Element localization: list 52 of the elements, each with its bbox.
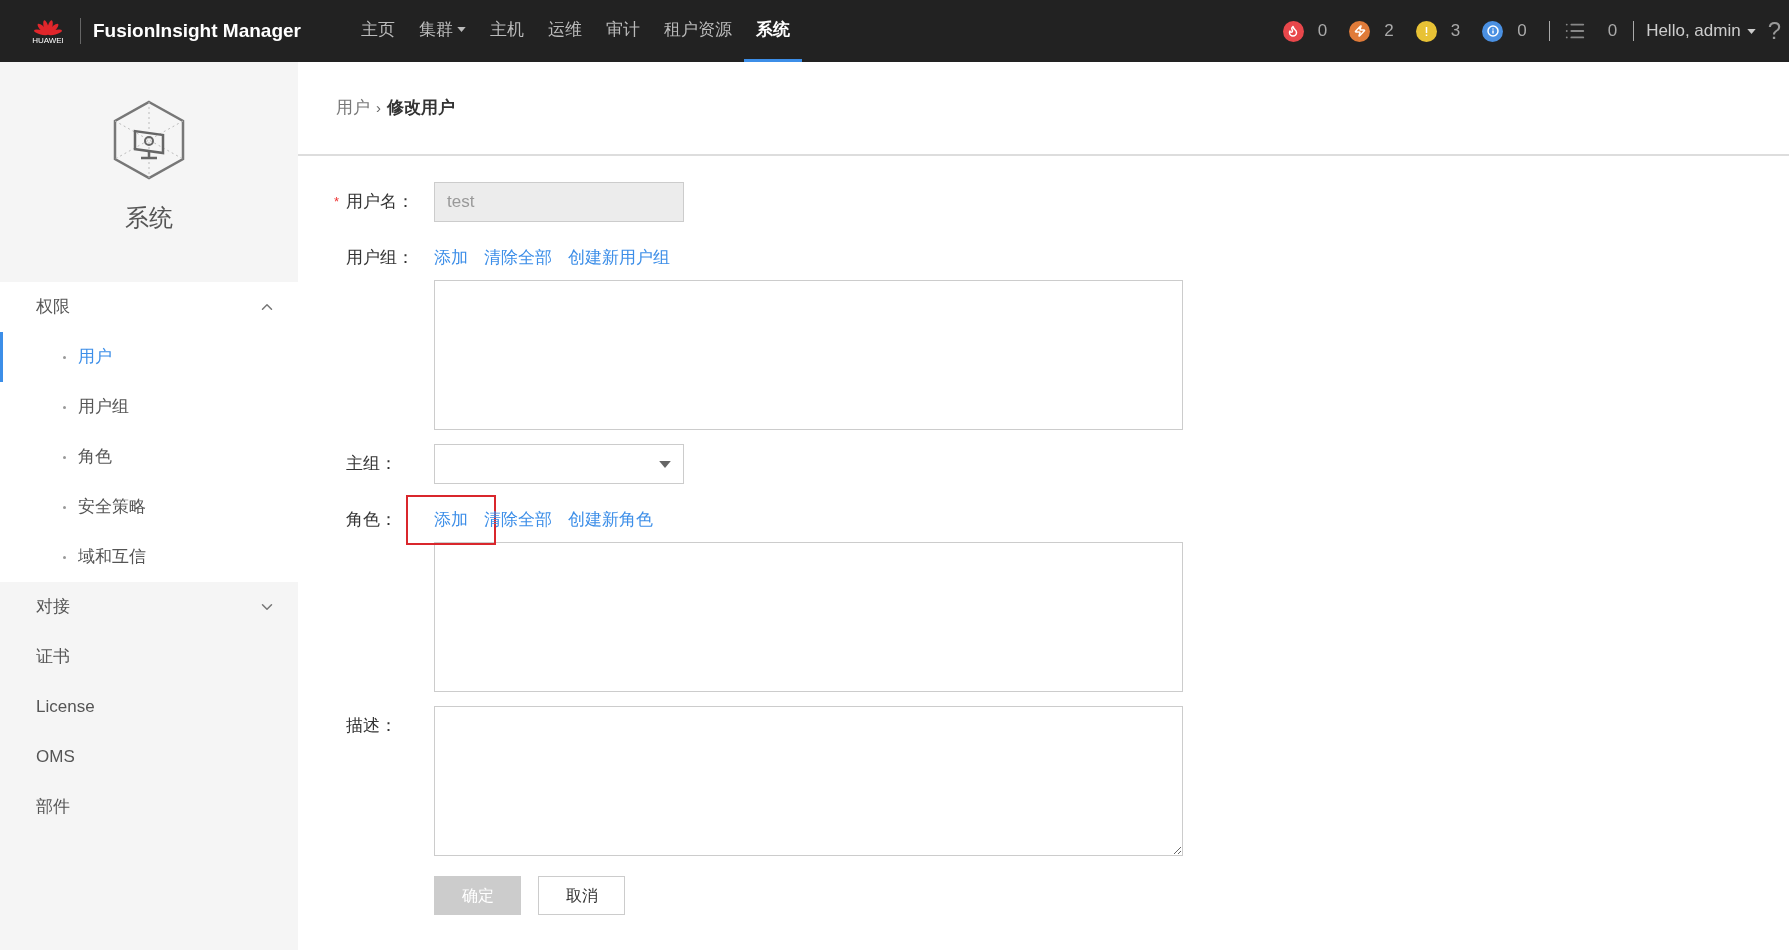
- huawei-logo: HUAWEI: [28, 17, 68, 45]
- sidebar-title: 系统: [125, 203, 173, 233]
- nav-tab[interactable]: 系统: [743, 0, 802, 62]
- task-count: 0: [1607, 20, 1618, 43]
- action-link[interactable]: 创建新用户组: [568, 245, 670, 271]
- breadcrumb-separator: ›: [376, 97, 381, 118]
- help-button[interactable]: ?: [1767, 13, 1781, 49]
- select-field[interactable]: [434, 444, 684, 484]
- caret-icon: [456, 27, 466, 32]
- nav-tab[interactable]: 主页: [348, 0, 407, 62]
- field-label: 用户名：: [346, 191, 414, 214]
- nav-tab[interactable]: 运维: [535, 0, 594, 62]
- field-label: 主组：: [346, 453, 397, 476]
- alarm-icon[interactable]: [1482, 20, 1504, 42]
- sidebar-item[interactable]: 安全策略: [0, 482, 298, 532]
- alarm-icon[interactable]: [1349, 20, 1371, 42]
- sidebar-section[interactable]: 证书: [0, 632, 298, 682]
- app-title: FusionInsight Manager: [93, 18, 301, 43]
- action-link[interactable]: 清除全部: [484, 245, 552, 271]
- sidebar-item[interactable]: 角色: [0, 432, 298, 482]
- field-label: 用户组：: [346, 247, 414, 270]
- sidebar-section[interactable]: License: [0, 682, 298, 732]
- sidebar-item[interactable]: 用户: [0, 332, 298, 382]
- nav-tab[interactable]: 集群: [406, 0, 478, 62]
- nav-tab[interactable]: 审计: [593, 0, 652, 62]
- alarm-count: 3: [1450, 20, 1461, 43]
- nav-tab[interactable]: 租户资源: [651, 0, 744, 62]
- sidebar-section[interactable]: 权限: [0, 282, 298, 332]
- sidebar-item[interactable]: 域和互信: [0, 532, 298, 582]
- required-mark: *: [334, 193, 341, 212]
- action-link[interactable]: 添加: [434, 507, 468, 533]
- nav-tab[interactable]: 主机: [477, 0, 536, 62]
- sidebar-section[interactable]: 对接: [0, 582, 298, 632]
- alarm-icon[interactable]: [1415, 20, 1437, 42]
- description-field[interactable]: [434, 706, 1183, 856]
- alarm-count: 0: [1317, 20, 1328, 43]
- alarm-count: 0: [1517, 20, 1527, 43]
- breadcrumb-item[interactable]: 用户: [336, 95, 370, 121]
- field-label: 描述：: [346, 715, 397, 738]
- alarm-icon[interactable]: [1282, 20, 1304, 42]
- sidebar-item[interactable]: 用户组: [0, 382, 298, 432]
- caret-icon: [659, 460, 671, 468]
- sidebar-section[interactable]: OMS: [0, 732, 298, 782]
- action-link[interactable]: 添加: [434, 245, 468, 271]
- form-button[interactable]: 取消: [538, 876, 625, 915]
- alarm-count: 2: [1384, 20, 1394, 43]
- user-menu[interactable]: Hello, admin: [1646, 18, 1756, 44]
- sidebar-section[interactable]: 部件: [0, 782, 298, 832]
- system-hexagon-icon: [113, 100, 185, 180]
- breadcrumb-item: 修改用户: [387, 97, 455, 120]
- caret-icon: [1746, 28, 1756, 34]
- field-label: 角色：: [346, 509, 397, 532]
